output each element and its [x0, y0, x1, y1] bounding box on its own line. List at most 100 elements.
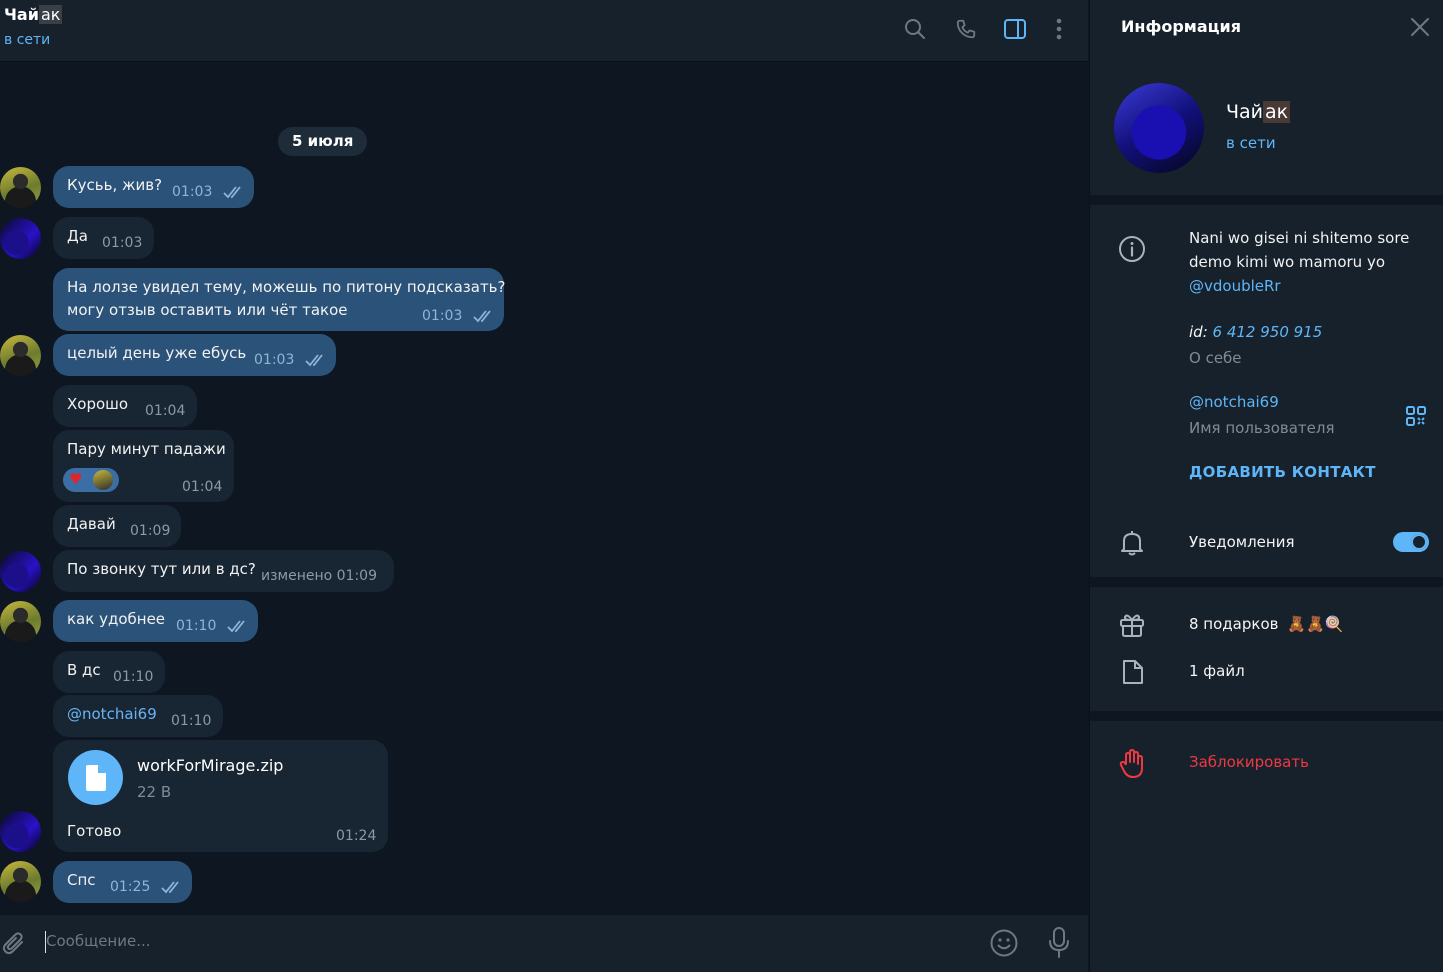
message-time: 01:10 [171, 713, 212, 729]
chat-title-tag: ак [38, 5, 63, 24]
add-contact-button[interactable]: ДОБАВИТЬ КОНТАКТ [1189, 463, 1376, 481]
user-info-panel: Информация Чай ак в сети Nani wo gisei ni… [1089, 0, 1443, 972]
message-time: 01:24 [336, 828, 377, 844]
message-bubble[interactable]: В дс 01:10 [53, 651, 165, 693]
chat-panel: Чай ак в сети 5 июля Кусьь, жив? 01:03 Да… [0, 0, 1088, 972]
notifications-toggle[interactable] [1393, 532, 1429, 552]
qr-code-icon[interactable] [1406, 406, 1426, 426]
message-text: Хорошо [67, 395, 129, 413]
file-icon [1123, 660, 1143, 684]
phone-icon[interactable] [951, 14, 981, 44]
message-time: 01:10 [113, 669, 154, 685]
sidebar-toggle-icon[interactable] [1000, 14, 1030, 44]
avatar[interactable] [0, 167, 41, 208]
message-text: как удобнее [67, 610, 166, 628]
avatar[interactable] [0, 861, 41, 902]
message-text: Спс [67, 871, 96, 889]
read-ticks-icon [161, 881, 179, 894]
read-ticks-icon [473, 310, 491, 323]
date-separator: 5 июля [278, 127, 368, 156]
message-time: изменено 01:09 [261, 568, 377, 584]
user-id[interactable]: id: 6 412 950 915 [1189, 323, 1322, 341]
message-bubble[interactable]: Давай 01:09 [53, 505, 181, 547]
message-bubble[interactable]: Пару минут падажи ♥ 01:04 [53, 430, 234, 502]
message-text: По звонку тут или в дс? [67, 560, 256, 578]
hand-stop-icon [1119, 749, 1143, 778]
message-text: Пару минут падажи [67, 440, 226, 458]
gifts-row[interactable]: 8 подарков 🧸🧸🍭 [1189, 615, 1343, 633]
chat-header[interactable]: Чай ак в сети [0, 0, 1088, 62]
avatar[interactable] [0, 218, 41, 259]
reaction-chip[interactable]: ♥ [63, 468, 119, 492]
avatar[interactable] [0, 811, 41, 852]
emoji-icon[interactable] [990, 929, 1018, 957]
chat-status: в сети [4, 32, 51, 48]
info-icon [1119, 236, 1145, 262]
file-icon [85, 764, 106, 791]
microphone-icon[interactable] [1048, 927, 1070, 959]
lollipop-icon: 🍭 [1324, 615, 1344, 633]
notifications-label: Уведомления [1189, 533, 1295, 551]
bio: Nani wo gisei ni shitemo sore demo kimi … [1189, 226, 1424, 298]
message-composer[interactable]: Сообщение... [0, 915, 1088, 972]
message-bubble[interactable]: На лолзе увидел тему, можешь по питону п… [53, 268, 506, 331]
message-time: 01:04 [182, 479, 223, 495]
message-text-line-2: могу отзыв оставить или чёт такое [67, 301, 348, 319]
reaction-avatar [93, 470, 113, 490]
profile-avatar[interactable] [1114, 83, 1204, 173]
message-bubble[interactable]: По звонку тут или в дс? изменено 01:09 [53, 550, 394, 592]
message-time: 01:03 [172, 184, 213, 200]
read-ticks-icon [305, 354, 323, 367]
avatar[interactable] [0, 335, 41, 376]
message-time: 01:04 [145, 403, 186, 419]
message-bubble[interactable]: Кусьь, жив? 01:03 [53, 166, 254, 208]
bio-link[interactable]: @vdoubleRr [1189, 277, 1281, 295]
close-icon[interactable] [1408, 15, 1432, 39]
message-bubble[interactable]: Да 01:03 [53, 217, 154, 259]
toggle-knob [1411, 534, 1427, 550]
message-text: Да [67, 227, 88, 245]
more-menu-icon[interactable] [1044, 14, 1074, 44]
chat-title-name: Чай [4, 5, 39, 24]
chat-title[interactable]: Чай ак [4, 5, 63, 24]
attach-icon[interactable] [2, 931, 26, 957]
message-time: 01:25 [110, 879, 151, 895]
gifts-label: 8 подарков [1189, 615, 1279, 633]
message-time: 01:09 [130, 523, 171, 539]
section-divider [1090, 195, 1443, 205]
username[interactable]: @notchai69 [1189, 393, 1279, 411]
section-divider [1090, 711, 1443, 721]
block-user-button[interactable]: Заблокировать [1189, 753, 1309, 771]
message-time: 01:03 [422, 308, 463, 324]
heart-icon: ♥ [69, 470, 83, 488]
files-row[interactable]: 1 файл [1189, 662, 1245, 680]
user-id-value: 6 412 950 915 [1212, 323, 1323, 341]
message-text: В дс [67, 661, 101, 679]
message-bubble[interactable]: @notchai69 01:10 [53, 695, 223, 737]
bell-icon [1121, 531, 1143, 556]
info-panel-title: Информация [1121, 17, 1241, 36]
message-bubble[interactable]: как удобнее 01:10 [53, 600, 258, 642]
avatar[interactable] [0, 551, 41, 592]
message-text: Кусьь, жив? [67, 176, 163, 194]
file-size: 22 B [137, 783, 172, 801]
gift-icon [1120, 614, 1144, 637]
message-bubble[interactable]: Спс 01:25 [53, 861, 192, 903]
username-caption: Имя пользователя [1189, 419, 1335, 437]
file-message-bubble[interactable]: workForMirage.zip 22 B Готово 01:24 [53, 740, 388, 852]
file-name: workForMirage.zip [137, 756, 284, 775]
profile-name: Чай ак [1226, 101, 1291, 123]
message-bubble[interactable]: Хорошо 01:04 [53, 385, 197, 427]
file-download-button[interactable] [68, 750, 123, 805]
profile-name-tag: ак [1263, 101, 1291, 123]
avatar[interactable] [0, 601, 41, 642]
user-id-label: id: [1189, 323, 1208, 341]
mention-link[interactable]: @notchai69 [67, 705, 157, 723]
message-input[interactable]: Сообщение... [46, 932, 151, 950]
message-bubble[interactable]: целый день уже ебусь 01:03 [53, 334, 336, 376]
search-icon[interactable] [900, 14, 930, 44]
profile-name-text: Чай [1226, 101, 1264, 123]
teddy-bear-icon: 🧸 [1287, 615, 1306, 633]
section-divider [1090, 577, 1443, 587]
teddy-bear-icon: 🧸 [1305, 615, 1325, 633]
